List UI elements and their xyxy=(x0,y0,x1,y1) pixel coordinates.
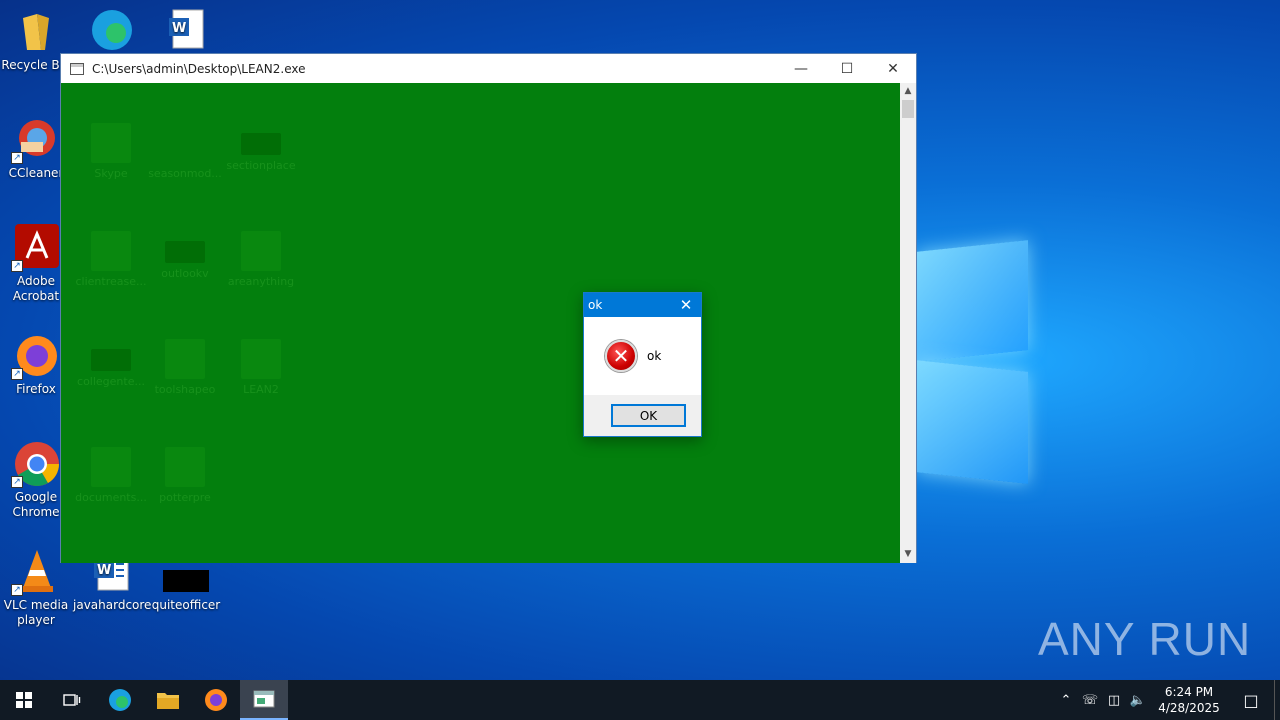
lean2-window[interactable]: C:\Users\admin\Desktop\LEAN2.exe — ☐ ✕ S… xyxy=(60,53,917,563)
volume-icon[interactable]: 🔈 xyxy=(1126,693,1150,708)
clock-date: 4/28/2025 xyxy=(1158,701,1220,715)
system-tray: ⌃ ☏ ◫ 🔈 6:24 PM 4/28/2025 □ xyxy=(1054,680,1280,720)
window-title: C:\Users\admin\Desktop\LEAN2.exe xyxy=(92,61,306,76)
edge-icon xyxy=(88,6,134,52)
svg-text:W: W xyxy=(172,21,186,36)
adobe-acrobat-icon: ↗ xyxy=(11,224,59,272)
taskbar: ⌃ ☏ ◫ 🔈 6:24 PM 4/28/2025 □ xyxy=(0,680,1280,720)
word-doc-icon: W xyxy=(163,6,209,52)
notification-icon[interactable]: □ xyxy=(1228,691,1274,710)
dialog-title: ok xyxy=(588,298,603,312)
close-button[interactable]: ✕ xyxy=(870,54,916,83)
file-explorer-icon[interactable] xyxy=(144,680,192,720)
chevron-up-icon[interactable]: ⌃ xyxy=(1054,693,1078,708)
ghost-icon: potterpre xyxy=(147,447,223,504)
window-titlebar[interactable]: C:\Users\admin\Desktop\LEAN2.exe — ☐ ✕ xyxy=(61,54,916,83)
firefox-icon[interactable] xyxy=(192,680,240,720)
clock[interactable]: 6:24 PM 4/28/2025 xyxy=(1150,684,1228,716)
minimize-button[interactable]: — xyxy=(778,54,824,83)
dialog-titlebar[interactable]: ok ✕ xyxy=(584,293,701,317)
edge-icon[interactable] xyxy=(96,680,144,720)
recycle-bin-icon xyxy=(13,8,59,54)
error-dialog[interactable]: ok ✕ ✕ ok OK xyxy=(583,292,702,437)
ghost-icon: seasonmod... xyxy=(148,167,222,180)
dialog-close-icon[interactable]: ✕ xyxy=(671,293,701,317)
scroll-up-icon[interactable]: ▲ xyxy=(900,83,916,100)
scroll-down-icon[interactable]: ▼ xyxy=(900,546,916,563)
anyrun-watermark: ANY RUN xyxy=(1038,613,1252,665)
maximize-button[interactable]: ☐ xyxy=(824,54,870,83)
network-icon[interactable]: ◫ xyxy=(1102,693,1126,708)
show-desktop-button[interactable] xyxy=(1274,680,1280,720)
desktop-icon-word-doc-top[interactable]: W xyxy=(148,6,224,56)
svg-text:W: W xyxy=(97,563,111,578)
chrome-icon: ↗ xyxy=(11,440,59,488)
green-client-area[interactable]: Skype seasonmod... sectionplace clientre… xyxy=(61,83,901,563)
desktop-icon-edge[interactable] xyxy=(73,6,149,56)
ccleaner-icon: ↗ xyxy=(11,116,59,164)
ghost-icon: LEAN2 xyxy=(223,339,299,396)
ghost-icon: sectionplace xyxy=(223,123,299,172)
vertical-scrollbar[interactable]: ▲ ▼ xyxy=(900,83,916,563)
firefox-icon: ↗ xyxy=(11,332,59,380)
ghost-icon: toolshapeo xyxy=(147,339,223,396)
meet-now-icon[interactable]: ☏ xyxy=(1078,693,1102,708)
dialog-message: ok xyxy=(647,349,662,363)
error-icon: ✕ xyxy=(605,340,637,372)
dialog-body: ✕ ok xyxy=(584,317,701,395)
task-view-icon[interactable] xyxy=(48,680,96,720)
start-icon[interactable] xyxy=(0,680,48,720)
vlc-icon: ↗ xyxy=(11,548,59,596)
ghost-icon: documents... xyxy=(73,447,149,504)
ghost-icon: areanything xyxy=(223,231,299,288)
dialog-footer: OK xyxy=(584,395,701,436)
console-app-icon xyxy=(70,62,84,75)
scroll-thumb[interactable] xyxy=(902,100,914,118)
ghost-icon: Skype xyxy=(73,123,149,180)
ghost-icon: outlookv xyxy=(147,231,223,280)
clock-time: 6:24 PM xyxy=(1164,685,1214,699)
ok-button[interactable]: OK xyxy=(611,404,686,427)
ghost-icon: collegente... xyxy=(73,339,149,388)
lean2-app-icon[interactable] xyxy=(240,680,288,720)
ghost-icon: clientrease... xyxy=(73,231,149,288)
